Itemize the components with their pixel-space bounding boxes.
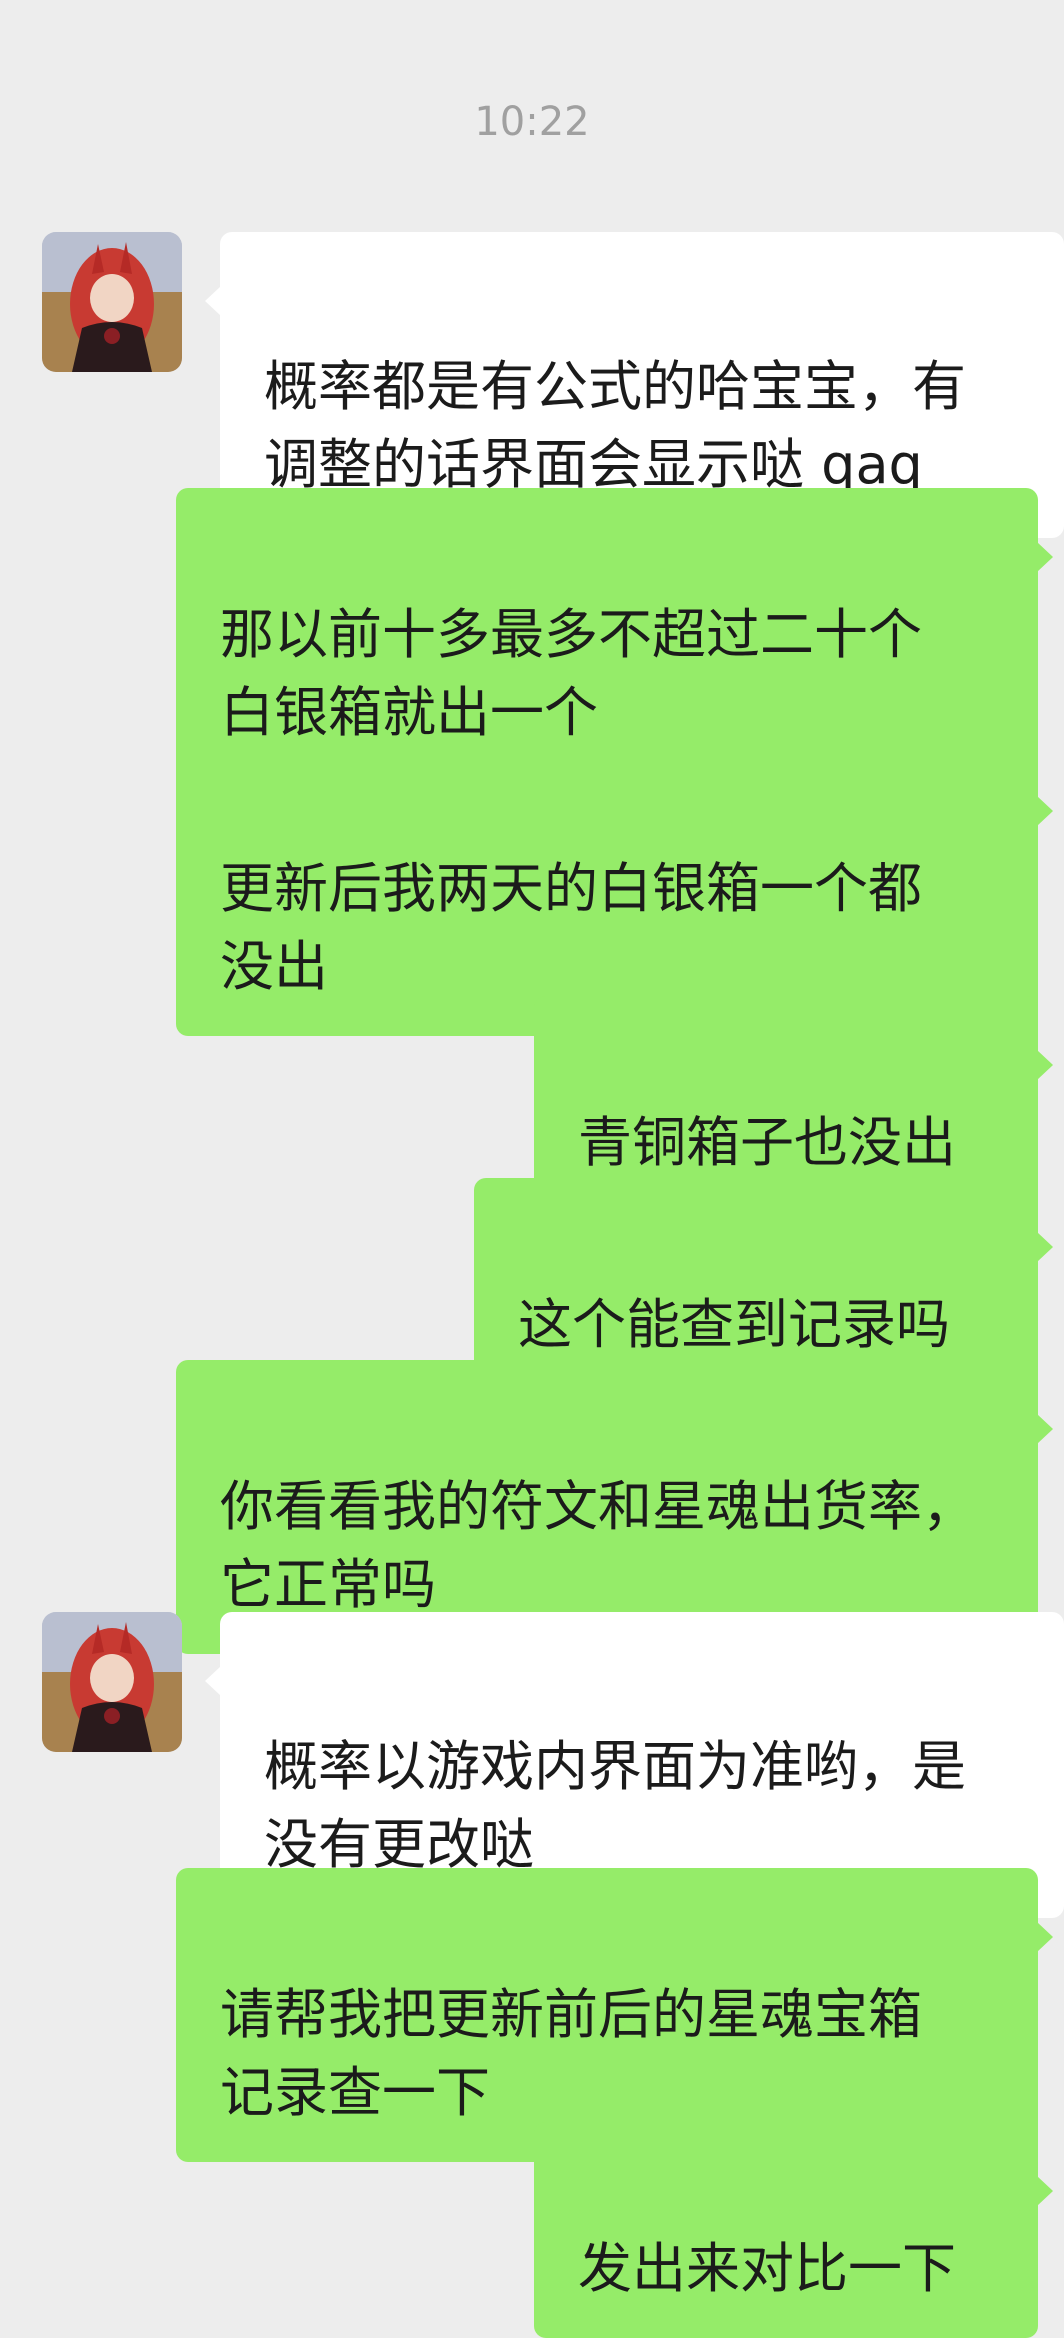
message-text: 那以前十多最多不超过二十个 白银箱就出一个 <box>220 603 922 744</box>
message-timestamp: 10:22 <box>474 99 590 145</box>
message-text: 这个能查到记录吗 <box>518 1293 950 1356</box>
contact-avatar-icon[interactable] <box>42 232 182 372</box>
outgoing-message-bubble[interactable]: 发出来对比一下 <box>534 2122 1053 2338</box>
message-text: 请帮我把更新前后的星魂宝箱 记录查一下 <box>220 1983 922 2124</box>
message-text: 你看看我的符文和星魂出货率， 它正常吗 <box>220 1475 976 1616</box>
message-text: 青铜箱子也没出 <box>578 1111 956 1174</box>
message-text: 发出来对比一下 <box>578 2237 956 2300</box>
outgoing-message-bubble[interactable]: 你看看我的符文和星魂出货率， 它正常吗 <box>176 1360 1053 1654</box>
message-text: 概率都是有公式的哈宝宝，有 调整的话界面会显示哒 qaq <box>264 355 966 496</box>
outgoing-message-bubble[interactable]: 那以前十多最多不超过二十个 白银箱就出一个 <box>176 488 1053 782</box>
message-text: 概率以游戏内界面为准哟，是 没有更改哒 <box>264 1735 966 1876</box>
chat-area[interactable]: 10:22 概率都是有公式的哈宝宝，有 调整的话界面会显示哒 qaq 那以前十多… <box>0 0 1064 2338</box>
outgoing-message-bubble[interactable]: 请帮我把更新前后的星魂宝箱 记录查一下 <box>176 1868 1053 2162</box>
outgoing-message-bubble[interactable]: 更新后我两天的白银箱一个都 没出 <box>176 742 1053 1036</box>
contact-avatar-icon[interactable] <box>42 1612 182 1752</box>
message-text: 更新后我两天的白银箱一个都 没出 <box>220 857 922 998</box>
